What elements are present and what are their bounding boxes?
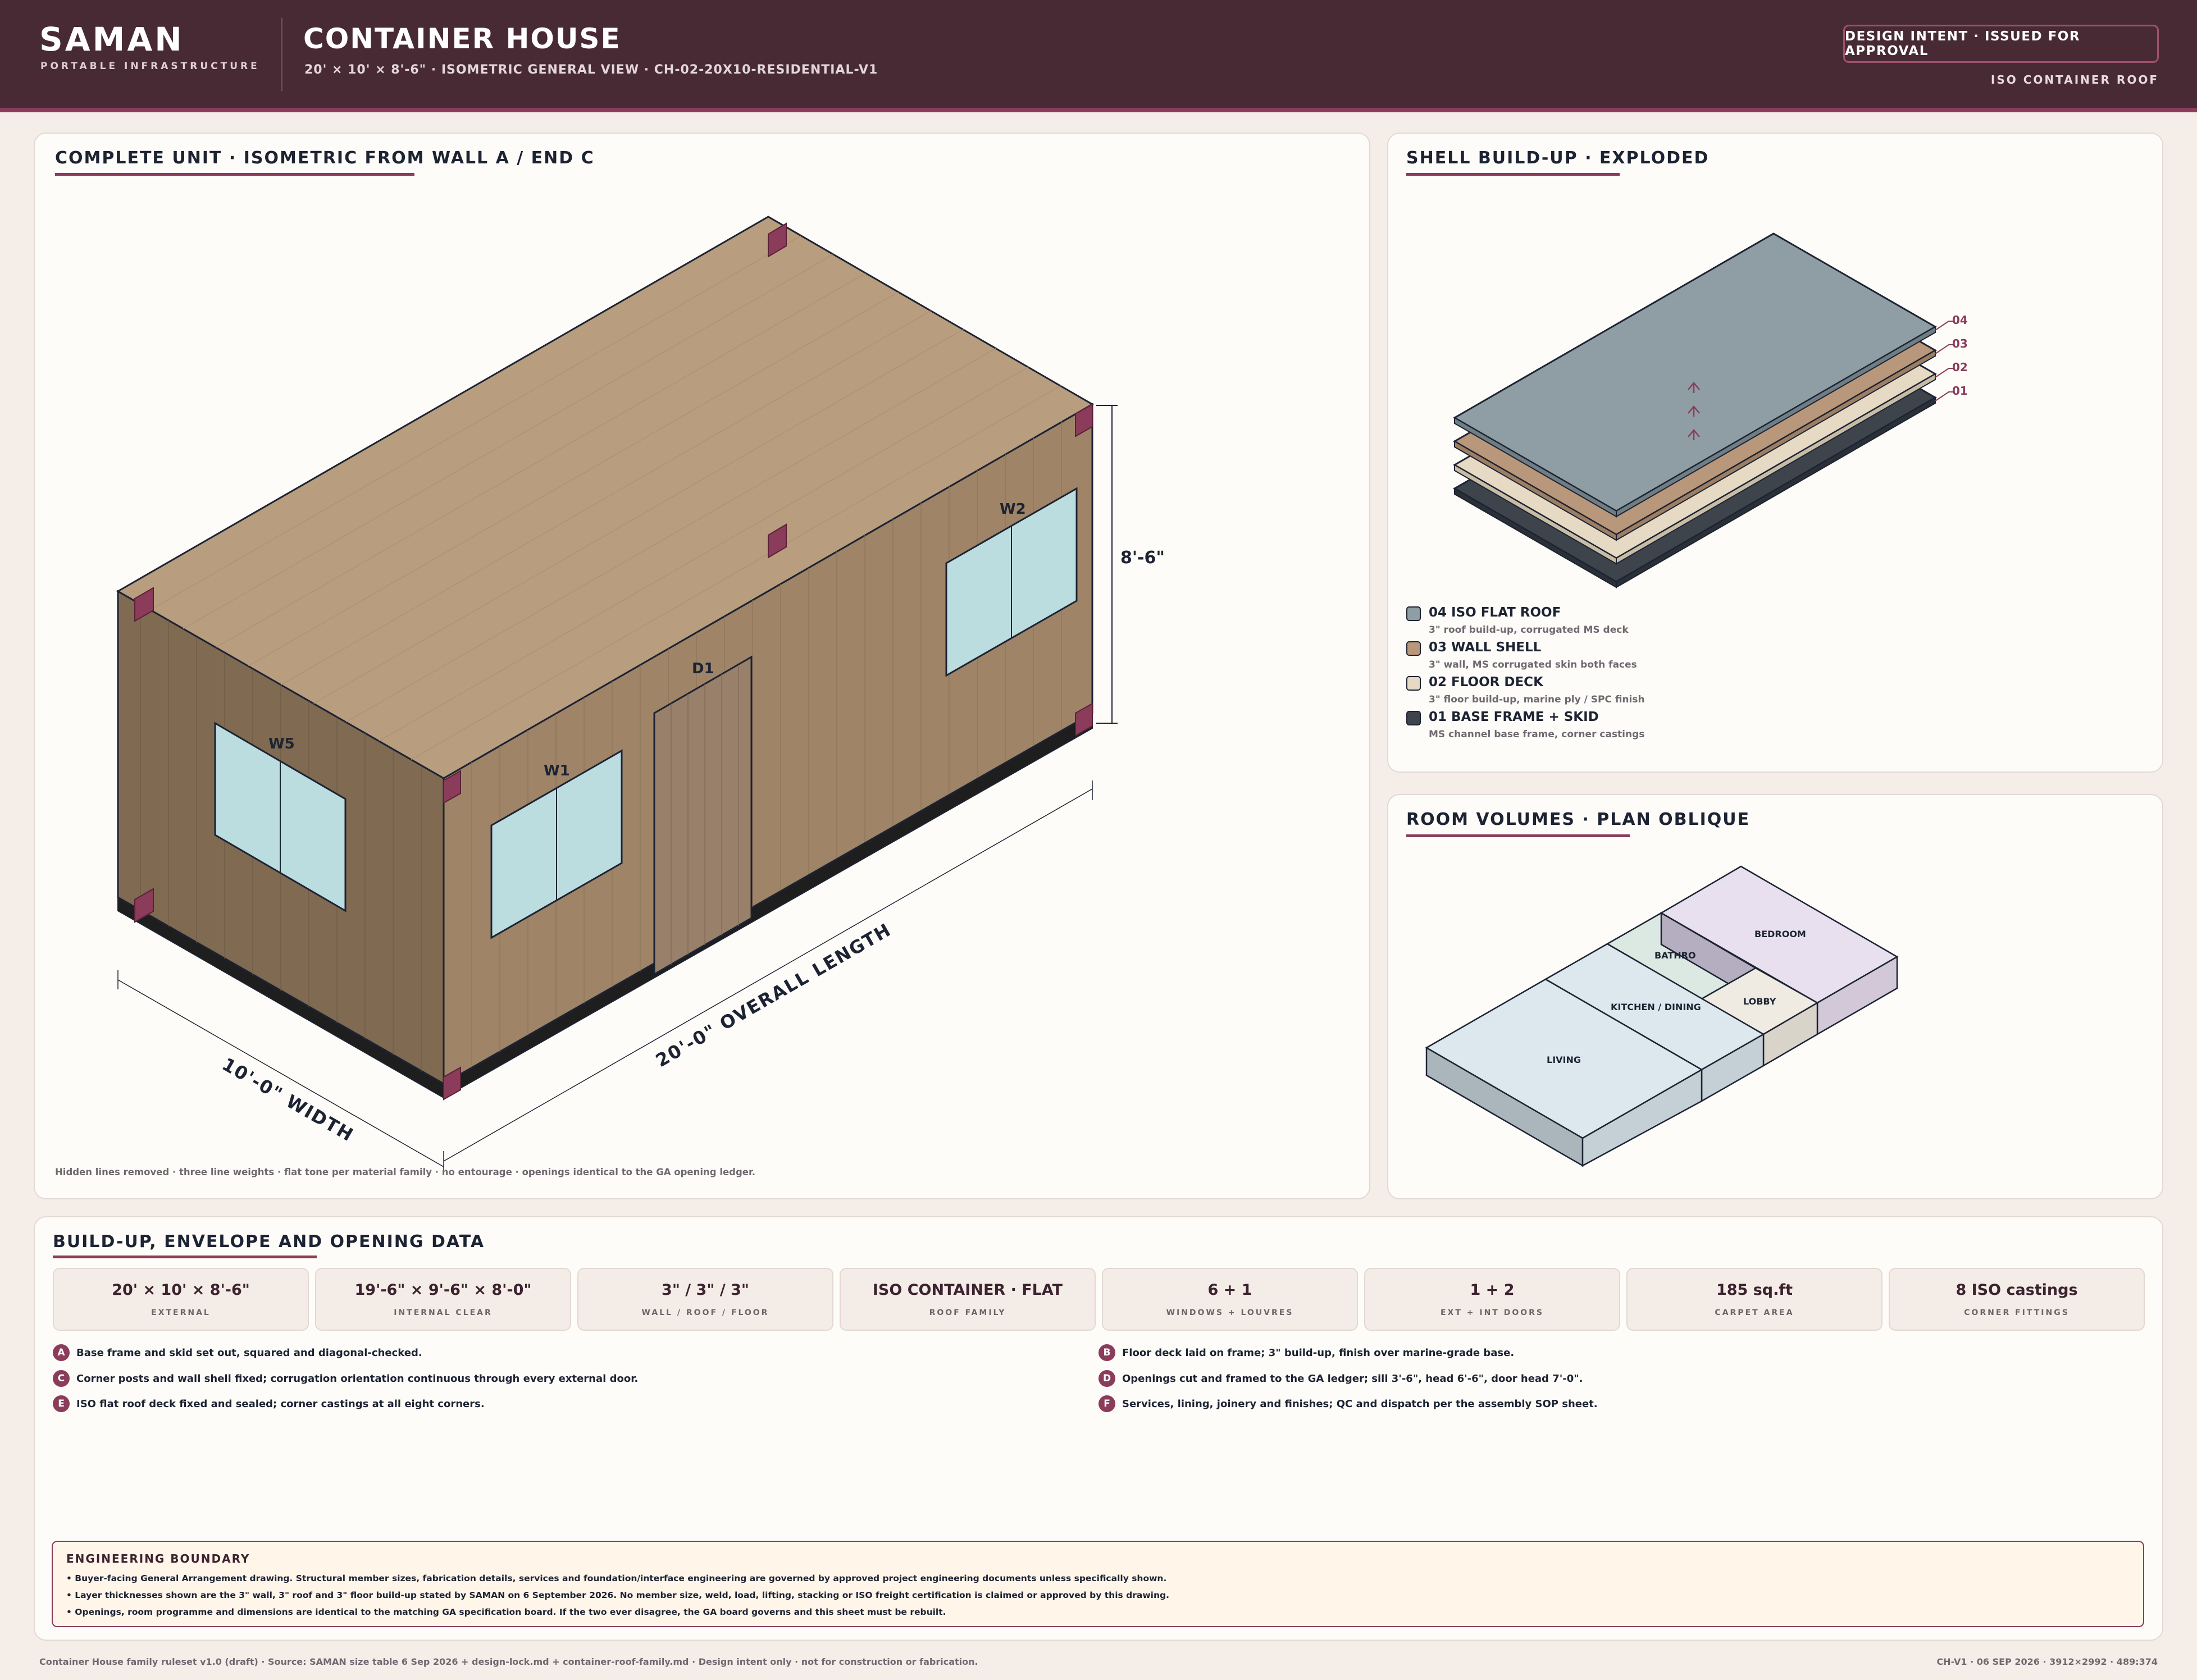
footer-sheet-ref: CH-V1 · 06 SEP 2026 · 3912×2992 · 489:37… (1936, 1656, 2158, 1667)
step-badge: C (53, 1370, 70, 1387)
assembly-step: D Openings cut and framed to the GA ledge… (1098, 1370, 1583, 1387)
legend-label: 04 ISO FLAT ROOF (1429, 605, 1561, 620)
step-badge: B (1098, 1344, 1115, 1361)
spec-card-label: CORNER FITTINGS (1964, 1308, 2070, 1317)
brand-tagline: PORTABLE INFRASTRUCTURE (40, 61, 260, 72)
data-title-underline (53, 1256, 317, 1258)
legend-label: 01 BASE FRAME + SKID (1429, 710, 1599, 724)
engineering-boundary-box: ENGINEERING BOUNDARY • Buyer-facing Gene… (52, 1541, 2144, 1627)
layer-04-tag: 04 (1952, 313, 1968, 327)
spec-card-label: WALL / ROOF / FLOOR (641, 1308, 769, 1317)
step-text: Openings cut and framed to the GA ledger… (1122, 1372, 1583, 1385)
room-label-bathroom: BATHRO (1654, 950, 1696, 961)
spec-card: 3" / 3" / 3" WALL / ROOF / FLOOR (577, 1268, 833, 1331)
spec-card-label: WINDOWS + LOUVRES (1166, 1308, 1294, 1317)
spec-card-value: 185 sq.ft (1716, 1281, 1793, 1299)
page-title: CONTAINER HOUSE (303, 22, 621, 55)
assembly-step: B Floor deck laid on frame; 3" build-up, … (1098, 1344, 1514, 1361)
legend-item: 02 FLOOR DECK 3" floor build-up, marine … (1406, 675, 1799, 710)
room-label-lobby: LOBBY (1743, 996, 1776, 1007)
engineering-note: • Buyer-facing General Arrangement drawi… (66, 1573, 1167, 1583)
legend-swatch (1406, 676, 1421, 691)
engineering-note: • Openings, room programme and dimension… (66, 1607, 946, 1617)
step-text: Corner posts and wall shell fixed; corru… (76, 1372, 639, 1385)
step-text: Floor deck laid on frame; 3" build-up, f… (1122, 1346, 1515, 1359)
engineering-note: • Layer thicknesses shown are the 3" wal… (66, 1590, 1169, 1600)
spec-card: 185 sq.ft CARPET AREA (1626, 1268, 1883, 1331)
layer-02-tag: 02 (1952, 360, 1968, 374)
step-badge: D (1098, 1370, 1115, 1387)
exploded-title: SHELL BUILD-UP · EXPLODED (1406, 148, 1710, 168)
exploded-title-underline (1406, 173, 1620, 176)
legend-desc: 3" roof build-up, corrugated MS deck (1429, 624, 1629, 636)
room-label-living: LIVING (1547, 1054, 1581, 1065)
spec-card-value: 8 ISO castings (1956, 1281, 2078, 1299)
header-divider (281, 18, 282, 91)
spec-card-label: INTERNAL CLEAR (394, 1308, 493, 1317)
spec-card-label: ROOF FAMILY (929, 1308, 1006, 1317)
status-badge: DESIGN INTENT · ISSUED FOR APPROVAL (1843, 25, 2159, 63)
legend-label: 02 FLOOR DECK (1429, 675, 1543, 690)
spec-card-label: EXTERNAL (151, 1308, 211, 1317)
window-w1-label: W1 (544, 763, 570, 779)
spec-card-label: EXT + INT DOORS (1440, 1308, 1544, 1317)
door-d1-label: D1 (692, 660, 714, 677)
assembly-step: E ISO flat roof deck fixed and sealed; co… (53, 1395, 485, 1412)
assembly-step: F Services, lining, joinery and finishes;… (1098, 1395, 1598, 1412)
spec-card: 20' × 10' × 8'-6" EXTERNAL (53, 1268, 309, 1331)
engineering-boundary-title: ENGINEERING BOUNDARY (66, 1552, 250, 1565)
assembly-step: A Base frame and skid set out, squared an… (53, 1344, 422, 1361)
brand-logo: SAMAN (39, 20, 184, 58)
legend-swatch (1406, 606, 1421, 621)
window-w5-label: W5 (268, 736, 295, 752)
iso-view-title-underline (55, 173, 414, 176)
room-volumes-title: ROOM VOLUMES · PLAN OBLIQUE (1406, 810, 1751, 829)
footer-source-note: Container House family ruleset v1.0 (dra… (39, 1656, 978, 1667)
iso-view-title: COMPLETE UNIT · ISOMETRIC FROM WALL A / … (55, 148, 595, 168)
spec-card: 6 + 1 WINDOWS + LOUVRES (1102, 1268, 1358, 1331)
spec-card-value: ISO CONTAINER · FLAT (872, 1281, 1063, 1299)
roof-family-tag: ISO CONTAINER ROOF (1990, 73, 2159, 86)
legend-desc: 3" floor build-up, marine ply / SPC fini… (1429, 694, 1645, 705)
legend-label: 03 WALL SHELL (1429, 640, 1542, 655)
legend-swatch (1406, 711, 1421, 725)
assembly-step: C Corner posts and wall shell fixed; corr… (53, 1370, 638, 1387)
step-badge: E (53, 1395, 70, 1412)
room-label-kitchen: KITCHEN / DINING (1611, 1002, 1701, 1012)
legend-item: 01 BASE FRAME + SKID MS channel base fra… (1406, 710, 1799, 745)
legend-item: 03 WALL SHELL 3" wall, MS corrugated ski… (1406, 640, 1799, 675)
step-text: Base frame and skid set out, squared and… (76, 1346, 422, 1359)
spec-card-value: 1 + 2 (1470, 1281, 1515, 1299)
spec-card-label: CARPET AREA (1715, 1308, 1794, 1317)
spec-card: 19'-6" × 9'-6" × 8'-0" INTERNAL CLEAR (315, 1268, 571, 1331)
layer-03-tag: 03 (1952, 337, 1968, 350)
step-text: Services, lining, joinery and finishes; … (1122, 1398, 1598, 1410)
data-title: BUILD-UP, ENVELOPE AND OPENING DATA (53, 1232, 485, 1252)
legend-swatch (1406, 641, 1421, 656)
spec-card: ISO CONTAINER · FLAT ROOF FAMILY (840, 1268, 1096, 1331)
spec-card-value: 3" / 3" / 3" (662, 1281, 749, 1299)
header-accent-stripe (0, 108, 2197, 112)
room-volumes-title-underline (1406, 834, 1630, 837)
spec-card-value: 6 + 1 (1207, 1281, 1252, 1299)
height-dimension-label: 8'-6" (1120, 548, 1165, 568)
step-badge: F (1098, 1395, 1115, 1412)
spec-card-value: 19'-6" × 9'-6" × 8'-0" (354, 1281, 532, 1299)
layer-01-tag: 01 (1952, 384, 1968, 398)
window-w2-label: W2 (1000, 501, 1026, 518)
legend-item: 04 ISO FLAT ROOF 3" roof build-up, corru… (1406, 605, 1799, 640)
legend-desc: 3" wall, MS corrugated skin both faces (1429, 659, 1637, 670)
step-text: ISO flat roof deck fixed and sealed; cor… (76, 1398, 485, 1410)
spec-card: 1 + 2 EXT + INT DOORS (1364, 1268, 1620, 1331)
spec-card-value: 20' × 10' × 8'-6" (112, 1281, 250, 1299)
iso-view-note: Hidden lines removed · three line weight… (55, 1167, 756, 1177)
page-subtitle: 20' × 10' × 8'-6" · ISOMETRIC GENERAL VI… (304, 63, 878, 77)
spec-card: 8 ISO castings CORNER FITTINGS (1889, 1268, 2145, 1331)
legend-desc: MS channel base frame, corner castings (1429, 729, 1645, 740)
room-label-bedroom: BEDROOM (1754, 929, 1806, 939)
step-badge: A (53, 1344, 70, 1361)
